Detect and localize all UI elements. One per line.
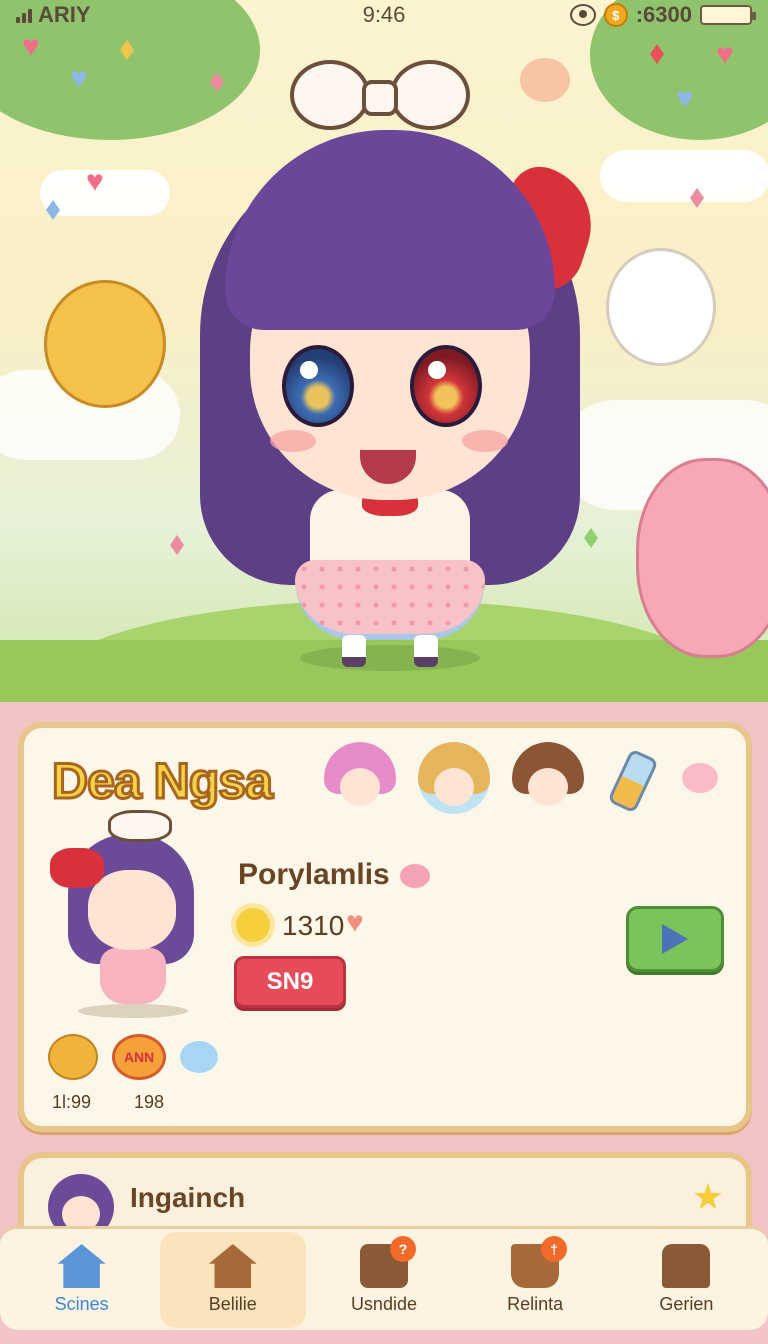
mini-label-1: 1l:99 — [52, 1092, 92, 1112]
heart-icon: ♥ — [716, 38, 734, 71]
heart-icon: ♥ — [346, 906, 364, 939]
sun-icon — [236, 908, 270, 942]
house-icon — [57, 1244, 106, 1288]
nav-item-usndide[interactable]: ? Usndide — [311, 1232, 457, 1328]
coin-icon: $ — [603, 3, 628, 27]
blush — [270, 430, 316, 452]
character-bangs — [225, 130, 555, 330]
friend-avatar-pink[interactable] — [324, 742, 396, 814]
calendar-icon: ? — [359, 1236, 416, 1288]
chest-icon — [662, 1244, 711, 1288]
pink-cat-pet[interactable] — [636, 458, 768, 658]
nav-item-scines[interactable]: Scines — [9, 1232, 155, 1328]
character-skirt — [295, 560, 485, 640]
right-eye — [410, 345, 482, 427]
star-icon: ★ — [691, 1176, 724, 1217]
eye-icon[interactable] — [569, 4, 596, 26]
secondary-name: Ingainch — [130, 1182, 246, 1213]
signal-icon — [16, 7, 32, 23]
nav-label: Belilie — [208, 1294, 257, 1314]
player-avatar[interactable] — [48, 808, 208, 1018]
heart-icon: ♥ — [86, 165, 104, 198]
bottom-nav: Scines Belilie ? Usndide † Relinta Gerie… — [0, 1226, 768, 1330]
play-button[interactable] — [626, 906, 724, 972]
game-screen: ♥ ♥ ♥ ♥ ♥ ARIY 9:46 $:6300 Dea Ngsa Por… — [0, 0, 768, 1344]
white-hair-bow — [290, 50, 470, 140]
nav-label: Gerien — [659, 1294, 714, 1314]
friend-avatars — [324, 742, 718, 814]
pink-pet-icon — [682, 763, 718, 793]
notification-badge: ? — [389, 1236, 416, 1262]
character-legs — [342, 635, 438, 667]
status-bar: ARIY 9:46 $ :6300 — [0, 0, 768, 30]
mini-pet-cat[interactable] — [48, 1034, 98, 1080]
carrier-label: ARIY — [38, 2, 91, 27]
nav-label: Scines — [54, 1294, 109, 1314]
left-eye — [282, 345, 354, 427]
mini-pet-cloud[interactable] — [180, 1041, 218, 1073]
bucket-icon: † — [511, 1236, 568, 1288]
nav-label: Usndide — [350, 1294, 417, 1314]
heart-icon: ♥ — [676, 82, 694, 115]
play-icon — [662, 924, 688, 954]
battery-icon — [700, 5, 756, 25]
player-name: Porylamlis — [238, 858, 390, 891]
nav-label: Relinta — [507, 1294, 564, 1314]
cloud — [40, 170, 170, 216]
player-score: 1310 — [282, 910, 345, 941]
profile-card: Dea Ngsa Porylamlis 1310 ♥ SN9 ANN 1l:99… — [18, 722, 752, 1132]
nav-item-belilie[interactable]: Belilie — [159, 1231, 306, 1328]
coin-count: :6300 — [635, 2, 692, 27]
pink-cloud-icon — [400, 864, 430, 888]
heart-icon: ♥ — [22, 30, 40, 63]
house-icon — [208, 1244, 257, 1288]
sn-button[interactable]: SN9 — [234, 956, 346, 1008]
nav-item-relinta[interactable]: † Relinta — [462, 1232, 608, 1328]
heart-icon: ♥ — [70, 62, 88, 95]
yellow-cat-pet[interactable] — [44, 280, 166, 408]
friend-avatar-brown[interactable] — [512, 742, 584, 814]
player-character[interactable] — [170, 50, 610, 670]
mini-pets: ANN — [48, 1034, 218, 1080]
cloud — [600, 150, 768, 202]
game-title: Dea Ngsa — [51, 752, 275, 811]
potion-bottle-icon[interactable] — [606, 742, 660, 814]
friend-avatar-blonde[interactable] — [418, 742, 490, 814]
clock: 9:46 — [362, 2, 406, 27]
mini-badge[interactable]: ANN — [112, 1034, 166, 1080]
mini-label-2: 198 — [134, 1092, 165, 1112]
nav-item-gerien[interactable]: Gerien — [613, 1232, 759, 1328]
blush — [462, 430, 508, 452]
white-cat-pet[interactable] — [606, 248, 716, 366]
notification-badge: † — [541, 1236, 568, 1262]
character-scene[interactable]: ♥ ♥ ♥ ♥ ♥ — [0, 0, 768, 702]
